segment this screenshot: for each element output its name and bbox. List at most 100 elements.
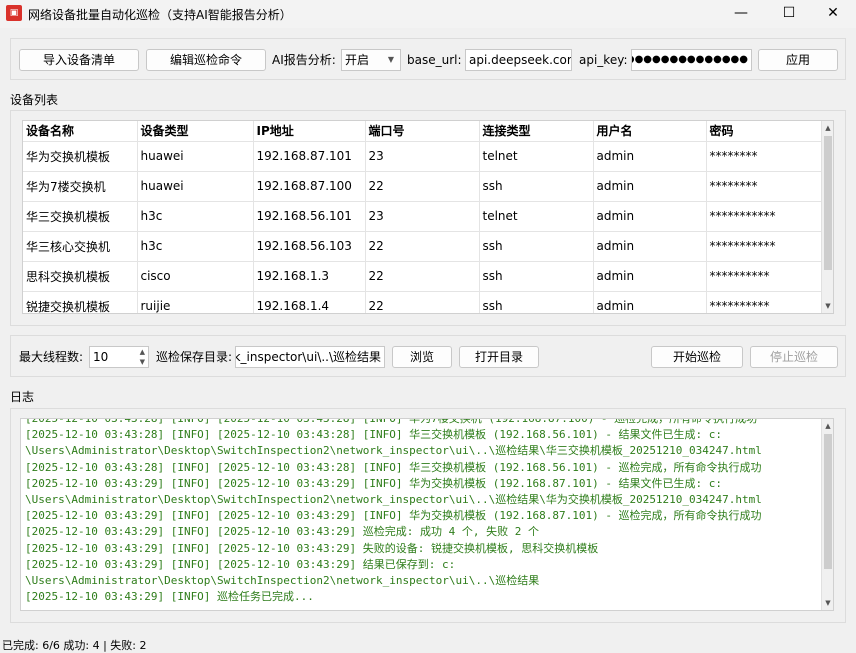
device-table-scrollbar[interactable]: ▲ ▼ xyxy=(821,121,833,313)
table-row[interactable]: 锐捷交换机模板 ruijie 192.168.1.4 22 ssh admin ******… xyxy=(23,291,823,313)
table-cell[interactable]: huawei xyxy=(137,141,254,172)
table-cell[interactable]: 23 xyxy=(365,141,480,172)
log-text[interactable]: [2025-12-10 03:43:28] [INFO] [2025-12-10… xyxy=(25,418,819,610)
column-header[interactable]: 连接类型 xyxy=(479,121,594,142)
table-row[interactable]: 思科交换机模板 cisco 192.168.1.3 22 ssh admin *******… xyxy=(23,261,823,292)
table-cell[interactable]: cisco xyxy=(137,261,254,292)
table-cell[interactable]: 锐捷交换机模板 xyxy=(23,291,138,313)
log-line: [2025-12-10 03:43:29] [INFO] [2025-12-10… xyxy=(25,541,599,555)
open-dir-button[interactable]: 打开目录 xyxy=(459,346,539,368)
api-key-input[interactable]: ●●●●●●●●●●●●●●●● xyxy=(631,49,752,71)
log-scrollbar[interactable]: ▲ ▼ xyxy=(821,419,833,610)
table-cell[interactable]: huawei xyxy=(137,171,254,202)
table-cell[interactable]: 22 xyxy=(365,171,480,202)
log-line: [2025-12-10 03:43:29] [INFO] [2025-12-10… xyxy=(25,476,723,490)
app-icon: ▣ xyxy=(6,5,22,21)
log-line: \Users\Administrator\Desktop\SwitchInspe… xyxy=(25,444,762,458)
scroll-thumb[interactable] xyxy=(824,136,832,270)
log-line: \Users\Administrator\Desktop\SwitchInspe… xyxy=(25,574,540,588)
edit-commands-button[interactable]: 编辑巡检命令 xyxy=(146,49,266,71)
log-line: [2025-12-10 03:43:29] [INFO] 巡检任务已完成... xyxy=(25,590,314,604)
table-cell[interactable]: 22 xyxy=(365,231,480,262)
table-cell[interactable]: ********** xyxy=(706,291,823,313)
table-cell[interactable]: ssh xyxy=(479,291,594,313)
scroll-down-icon[interactable]: ▼ xyxy=(822,299,833,313)
table-cell[interactable]: ssh xyxy=(479,231,594,262)
table-cell[interactable]: telnet xyxy=(479,201,594,232)
column-header[interactable]: IP地址 xyxy=(253,121,366,142)
table-cell[interactable]: ruijie xyxy=(137,291,254,313)
table-cell[interactable]: 192.168.87.101 xyxy=(253,141,366,172)
table-row[interactable]: 华三核心交换机 h3c 192.168.56.103 22 ssh admin ******… xyxy=(23,231,823,262)
table-cell[interactable]: 华为交换机模板 xyxy=(23,141,138,172)
table-row[interactable]: 华为7楼交换机 huawei 192.168.87.100 22 ssh admin ***… xyxy=(23,171,823,202)
column-header[interactable]: 用户名 xyxy=(593,121,707,142)
scroll-up-icon[interactable]: ▲ xyxy=(822,121,833,135)
log-label: 日志 xyxy=(10,390,35,404)
ai-report-select[interactable]: 开启 ▼ xyxy=(341,49,401,71)
table-row[interactable]: 华三交换机模板 h3c 192.168.56.101 23 telnet admin ***… xyxy=(23,201,823,232)
table-cell[interactable]: admin xyxy=(593,141,707,172)
device-list-label: 设备列表 xyxy=(10,93,59,107)
table-cell[interactable]: 华三交换机模板 xyxy=(23,201,138,232)
table-cell[interactable]: 华三核心交换机 xyxy=(23,231,138,262)
column-header[interactable]: 设备名称 xyxy=(23,121,138,142)
log-line: [2025-12-10 03:43:29] [INFO] [2025-12-10… xyxy=(25,557,456,571)
device-table-container: 设备名称 设备类型 IP地址 端口号 连接类型 用户名 密码 华为交换机模板 huawei 19… xyxy=(22,120,834,314)
scroll-down-icon[interactable]: ▼ xyxy=(822,596,833,610)
apply-button[interactable]: 应用 xyxy=(758,49,838,71)
column-header[interactable]: 设备类型 xyxy=(137,121,254,142)
table-cell[interactable]: admin xyxy=(593,231,707,262)
api-key-label: api_key: xyxy=(579,53,628,67)
table-cell[interactable]: admin xyxy=(593,291,707,313)
log-line: [2025-12-10 03:43:28] [INFO] [2025-12-10… xyxy=(25,460,762,474)
spin-arrows-icon[interactable]: ▲ ▼ xyxy=(140,347,145,367)
import-devices-button[interactable]: 导入设备清单 xyxy=(19,49,139,71)
minimize-button[interactable]: — xyxy=(718,0,764,28)
table-cell[interactable]: admin xyxy=(593,201,707,232)
table-cell[interactable]: *********** xyxy=(706,231,823,262)
stop-inspection-button[interactable]: 停止巡检 xyxy=(750,346,838,368)
device-table: 设备名称 设备类型 IP地址 端口号 连接类型 用户名 密码 华为交换机模板 huawei 19… xyxy=(23,121,823,313)
browse-button[interactable]: 浏览 xyxy=(392,346,452,368)
table-cell[interactable]: 192.168.1.3 xyxy=(253,261,366,292)
table-cell[interactable]: 192.168.87.100 xyxy=(253,171,366,202)
column-header[interactable]: 密码 xyxy=(706,121,823,142)
table-cell[interactable]: ******** xyxy=(706,171,823,202)
table-cell[interactable]: 22 xyxy=(365,291,480,313)
log-line: [2025-12-10 03:43:29] [INFO] [2025-12-10… xyxy=(25,509,762,523)
table-cell[interactable]: 23 xyxy=(365,201,480,232)
save-dir-label: 巡检保存目录: xyxy=(156,350,233,364)
table-cell[interactable]: h3c xyxy=(137,231,254,262)
table-cell[interactable]: 192.168.56.103 xyxy=(253,231,366,262)
table-cell[interactable]: 22 xyxy=(365,261,480,292)
column-header[interactable]: 端口号 xyxy=(365,121,480,142)
table-cell[interactable]: ssh xyxy=(479,171,594,202)
table-cell[interactable]: 192.168.1.4 xyxy=(253,291,366,313)
log-line: [2025-12-10 03:43:29] [INFO] [2025-12-10… xyxy=(25,525,539,539)
table-cell[interactable]: 华为7楼交换机 xyxy=(23,171,138,202)
save-dir-input[interactable]: k_inspector\ui\..\巡检结果 xyxy=(235,346,385,368)
close-button[interactable]: ✕ xyxy=(810,0,856,28)
scroll-thumb[interactable] xyxy=(824,434,832,569)
log-line: [2025-12-10 03:43:28] [INFO] [2025-12-10… xyxy=(25,418,758,425)
table-cell[interactable]: ssh xyxy=(479,261,594,292)
scroll-up-icon[interactable]: ▲ xyxy=(822,419,833,433)
maximize-button[interactable]: ☐ xyxy=(766,0,812,28)
table-cell[interactable]: h3c xyxy=(137,201,254,232)
table-row[interactable]: 华为交换机模板 huawei 192.168.87.101 23 telnet admin… xyxy=(23,141,823,172)
start-inspection-button[interactable]: 开始巡检 xyxy=(651,346,743,368)
table-cell[interactable]: 思科交换机模板 xyxy=(23,261,138,292)
table-cell[interactable]: admin xyxy=(593,171,707,202)
table-cell[interactable]: admin xyxy=(593,261,707,292)
table-cell[interactable]: *********** xyxy=(706,201,823,232)
table-cell[interactable]: 192.168.56.101 xyxy=(253,201,366,232)
table-cell[interactable]: ********** xyxy=(706,261,823,292)
log-line: \Users\Administrator\Desktop\SwitchInspe… xyxy=(25,493,762,507)
table-cell[interactable]: telnet xyxy=(479,141,594,172)
table-cell[interactable]: ******** xyxy=(706,141,823,172)
threads-spinbox[interactable]: 10 ▲ ▼ xyxy=(89,346,149,368)
threads-label: 最大线程数: xyxy=(19,350,84,364)
status-bar-text: 已完成: 6/6 成功: 4 | 失败: 2 xyxy=(2,639,147,652)
base-url-input[interactable]: api.deepseek.com xyxy=(465,49,572,71)
